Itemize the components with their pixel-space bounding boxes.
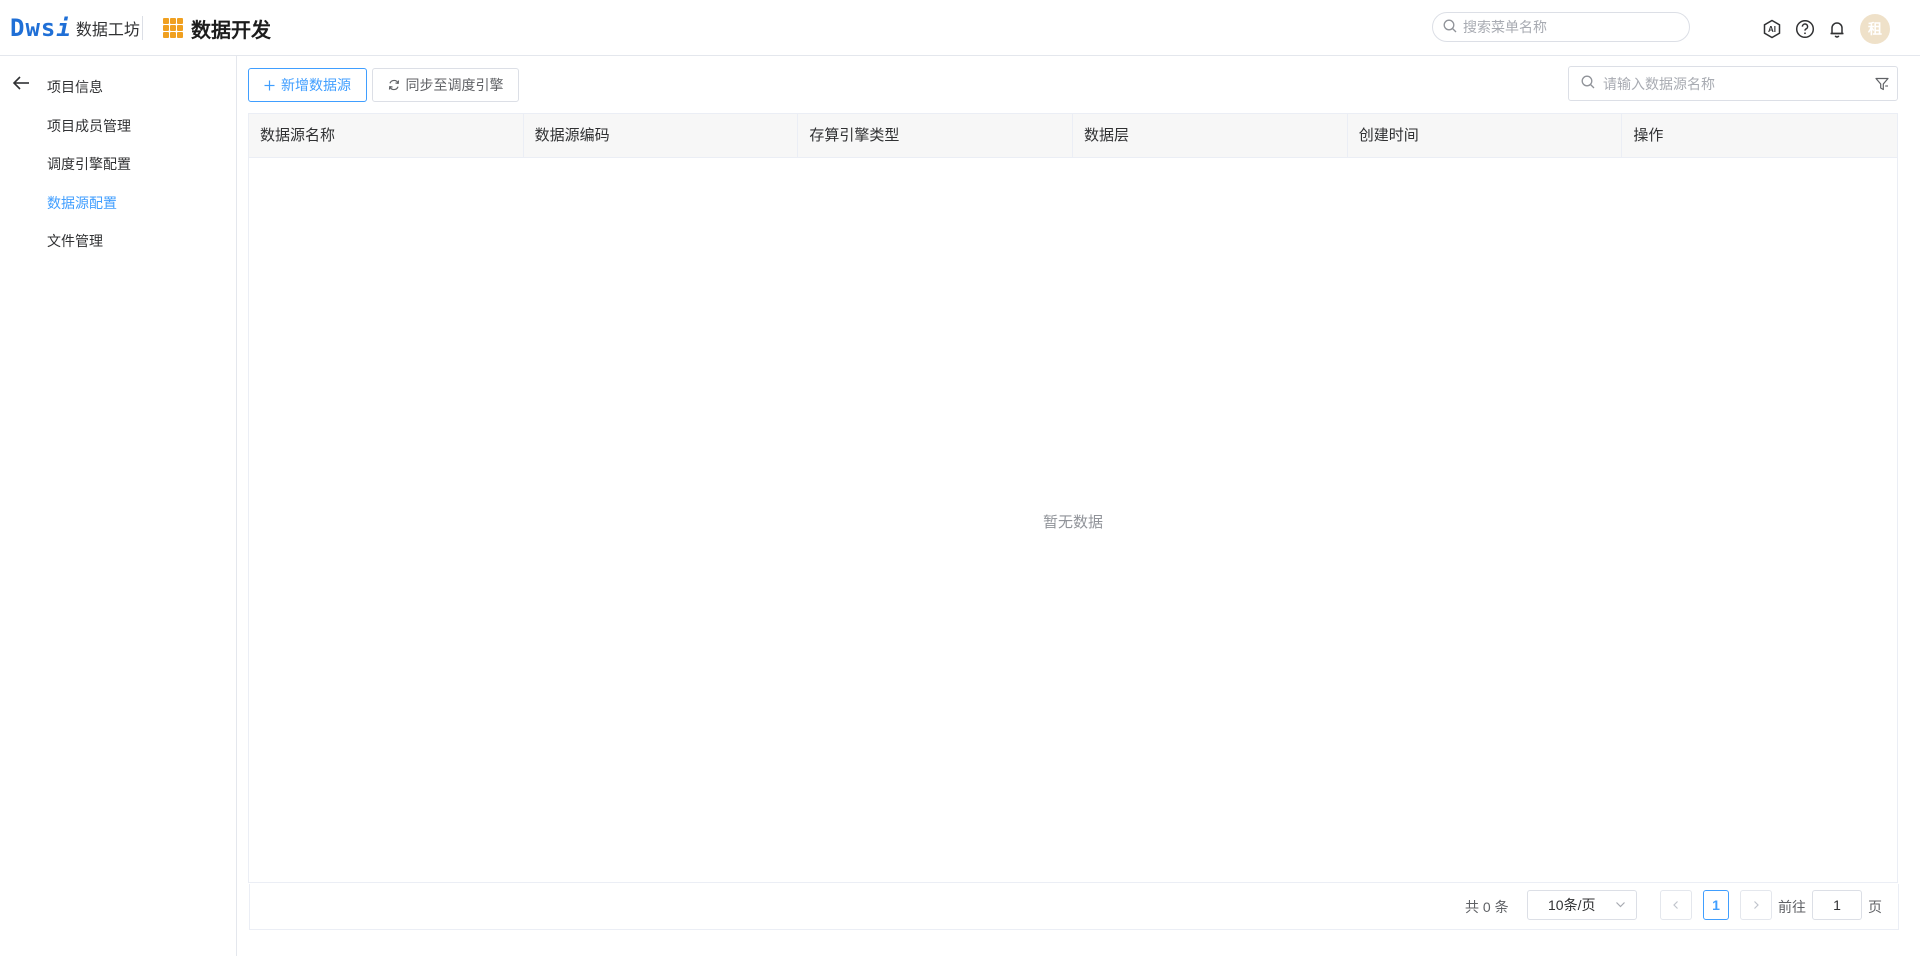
next-page-button[interactable] bbox=[1740, 890, 1772, 920]
avatar[interactable]: 租 bbox=[1860, 14, 1890, 44]
table-footer bbox=[249, 884, 1899, 930]
column-header: 数据层 bbox=[1073, 114, 1348, 158]
datasource-search[interactable] bbox=[1568, 66, 1898, 101]
logo-mark: Dws bbox=[10, 14, 57, 42]
page-size-select[interactable]: 10条/页 bbox=[1527, 890, 1637, 920]
logo-subtitle: 数据工坊 bbox=[75, 22, 140, 39]
chevron-down-icon bbox=[1615, 899, 1626, 910]
goto-page-input[interactable] bbox=[1812, 890, 1862, 920]
prev-page-button[interactable] bbox=[1660, 890, 1692, 920]
help-icon[interactable] bbox=[1794, 18, 1816, 40]
search-icon bbox=[1581, 75, 1595, 92]
add-datasource-label: 新增数据源 bbox=[281, 77, 351, 93]
svg-text:AI: AI bbox=[1768, 25, 1776, 34]
column-header: 存算引擎类型 bbox=[798, 114, 1074, 158]
ai-icon[interactable]: AI bbox=[1761, 18, 1783, 40]
column-header: 操作 bbox=[1633, 127, 1664, 144]
plus-icon bbox=[264, 80, 275, 91]
back-arrow-icon[interactable] bbox=[10, 72, 32, 94]
refresh-icon bbox=[388, 79, 400, 91]
menu-search[interactable] bbox=[1432, 12, 1690, 42]
column-header: 数据源名称 bbox=[249, 114, 524, 158]
chevron-left-icon bbox=[1673, 901, 1678, 909]
goto-label: 前往 bbox=[1778, 899, 1806, 915]
sidebar: 项目信息 项目成员管理 调度引擎配置 数据源配置 文件管理 bbox=[0, 56, 237, 956]
logo-mark-i: i bbox=[56, 14, 72, 42]
app-title-text: 数据开发 bbox=[191, 19, 271, 42]
sidebar-item-datasource[interactable]: 数据源配置 bbox=[47, 193, 117, 213]
pagination-total: 共 0 条 bbox=[1465, 899, 1509, 915]
sidebar-item-scheduler[interactable]: 调度引擎配置 bbox=[47, 154, 131, 174]
empty-state-text: 暂无数据 bbox=[1042, 514, 1103, 531]
sidebar-item-files[interactable]: 文件管理 bbox=[47, 231, 103, 251]
header-divider bbox=[142, 16, 143, 40]
search-icon bbox=[1443, 19, 1457, 36]
datasource-search-input[interactable] bbox=[1603, 75, 1873, 92]
sidebar-item-project-info[interactable]: 项目信息 bbox=[47, 77, 103, 97]
page-number-current[interactable]: 1 bbox=[1703, 890, 1729, 920]
table-header: 数据源名称 数据源编码 存算引擎类型 数据层 创建时间 操作 bbox=[249, 114, 1897, 158]
menu-search-input[interactable] bbox=[1463, 19, 1683, 35]
filter-icon[interactable] bbox=[1873, 75, 1891, 93]
page-size-value: 10条/页 bbox=[1548, 897, 1596, 913]
sync-scheduler-label: 同步至调度引擎 bbox=[405, 77, 504, 93]
chevron-right-icon bbox=[1754, 901, 1759, 909]
bell-icon[interactable] bbox=[1826, 18, 1848, 40]
app-title[interactable]: 数据开发 bbox=[163, 14, 271, 42]
sync-scheduler-button[interactable]: 同步至调度引擎 bbox=[372, 68, 519, 102]
app-grid-icon bbox=[163, 18, 183, 38]
page-suffix: 页 bbox=[1868, 899, 1882, 915]
column-header: 数据源编码 bbox=[524, 114, 799, 158]
dwsi-logo[interactable]: Dwsi 数据工坊 bbox=[10, 12, 140, 44]
sidebar-item-members[interactable]: 项目成员管理 bbox=[47, 116, 131, 136]
add-datasource-button[interactable]: 新增数据源 bbox=[248, 68, 367, 102]
column-header: 创建时间 bbox=[1348, 114, 1623, 158]
top-header: Dwsi 数据工坊 数据开发 AI 租 bbox=[0, 0, 1920, 56]
datasource-table: 数据源名称 数据源编码 存算引擎类型 数据层 创建时间 操作 暂无数据 bbox=[248, 113, 1899, 930]
